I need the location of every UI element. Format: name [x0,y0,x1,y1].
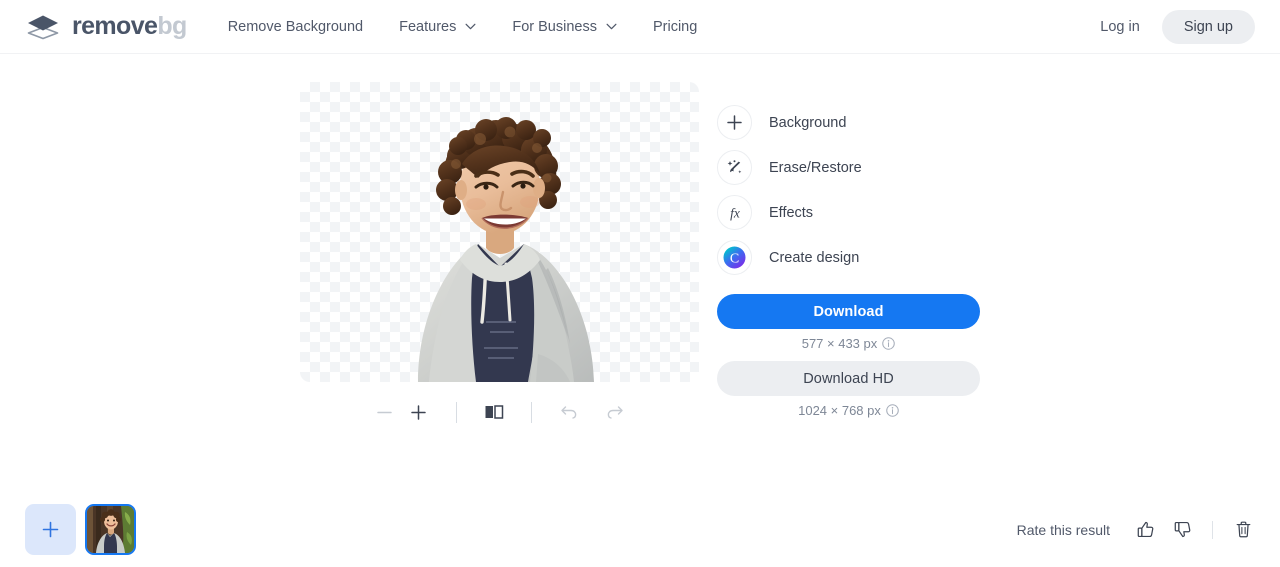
chevron-down-icon [606,23,617,30]
nav-item-pricing[interactable]: Pricing [653,19,697,35]
nav-account-actions: Log in Sign up [1100,9,1255,44]
panel-option-background[interactable]: Background [717,100,980,145]
thumbnail-image [87,506,134,553]
plus-icon [727,115,742,130]
magic-brush-icon [727,160,742,174]
download-button[interactable]: Download [717,294,980,329]
compare-icon [485,405,503,419]
download-hd-button[interactable]: Download HD [717,361,980,396]
zoom-in-icon [411,404,426,420]
thumbs-up-button[interactable] [1133,518,1157,542]
rate-result-label: Rate this result [1016,521,1110,538]
download-hd-size-row: 1024 × 768 px [717,403,980,418]
redo-button[interactable] [598,397,632,427]
redo-icon [607,406,623,419]
top-navigation-bar: removebg Remove Background Features For … [0,0,1280,54]
delete-image-button[interactable] [1231,518,1255,542]
cutout-image [418,117,594,382]
info-icon[interactable] [882,337,896,350]
rate-result-group: Rate this result [1017,518,1255,542]
canva-icon: C [723,246,746,269]
canva-icon-circle: C [717,240,752,275]
info-icon[interactable] [886,404,899,417]
panel-option-label: Erase/Restore [769,159,862,176]
download-size-label: 577 × 433 px [801,336,878,351]
plus-icon [42,521,59,538]
toolbar-divider [455,401,457,423]
magic-brush-icon-circle [717,150,752,185]
trash-icon [1236,521,1250,538]
logo-text: removebg [72,14,187,39]
nav-item-label: For Business [512,18,597,35]
compare-original-button[interactable] [477,397,511,427]
thumbs-down-icon [1174,521,1190,538]
bottom-bar: Rate this result [0,492,1280,567]
panel-option-erase-restore[interactable]: Erase/Restore [717,145,980,190]
zoom-out-icon [377,411,392,413]
download-hd-size-label: 1024 × 768 px [798,403,881,418]
svg-text:fx: fx [730,205,740,220]
panel-option-create-design[interactable]: C Create design [717,235,980,280]
plus-icon-circle [717,105,752,140]
signup-button[interactable]: Sign up [1161,9,1255,44]
nav-item-features[interactable]: Features [399,19,476,35]
panel-option-effects[interactable]: fx Effects [717,190,980,235]
rate-divider [1212,520,1213,539]
toolbar-divider [530,401,532,423]
layers-icon [27,15,59,39]
nav-links: Remove Background Features For Business … [228,19,734,35]
chevron-down-icon [465,23,476,30]
logo-text-remove: remove [72,12,158,40]
fx-icon-circle: fx [717,195,752,230]
nav-item-label: Features [399,18,457,35]
removebg-editor-page: removebg Remove Background Features For … [0,0,1280,567]
canvas-toolbar [300,396,699,428]
panel-option-label: Background [769,114,847,131]
thumbs-up-icon [1137,521,1153,538]
nav-item-for-business[interactable]: For Business [512,19,617,35]
add-image-button[interactable] [25,504,76,555]
undo-icon [560,406,576,419]
panel-option-label: Effects [769,204,814,221]
panel-option-label: Create design [769,249,860,266]
thumbs-down-button[interactable] [1170,518,1194,542]
nav-item-label: Remove Background [227,18,364,35]
logo[interactable]: removebg [25,14,187,40]
zoom-out-button[interactable] [368,397,402,427]
nav-item-remove-background[interactable]: Remove Background [228,19,363,35]
logo-text-bg: bg [157,12,187,40]
thumbnail-item-original[interactable] [85,504,136,555]
nav-item-label: Pricing [652,18,698,35]
download-section: Download 577 × 433 px Download HD 1024 ×… [717,294,980,428]
zoom-in-button[interactable] [402,397,436,427]
thumbnail-strip [25,504,136,555]
svg-text:C: C [730,252,739,267]
fx-icon: fx [730,205,740,220]
image-canvas[interactable] [300,82,699,382]
tools-panel: Background Erase/Restore fx Effects C Cr… [717,100,980,280]
undo-button[interactable] [552,397,586,427]
download-size-row: 577 × 433 px [717,336,980,351]
login-link[interactable]: Log in [1100,19,1140,35]
